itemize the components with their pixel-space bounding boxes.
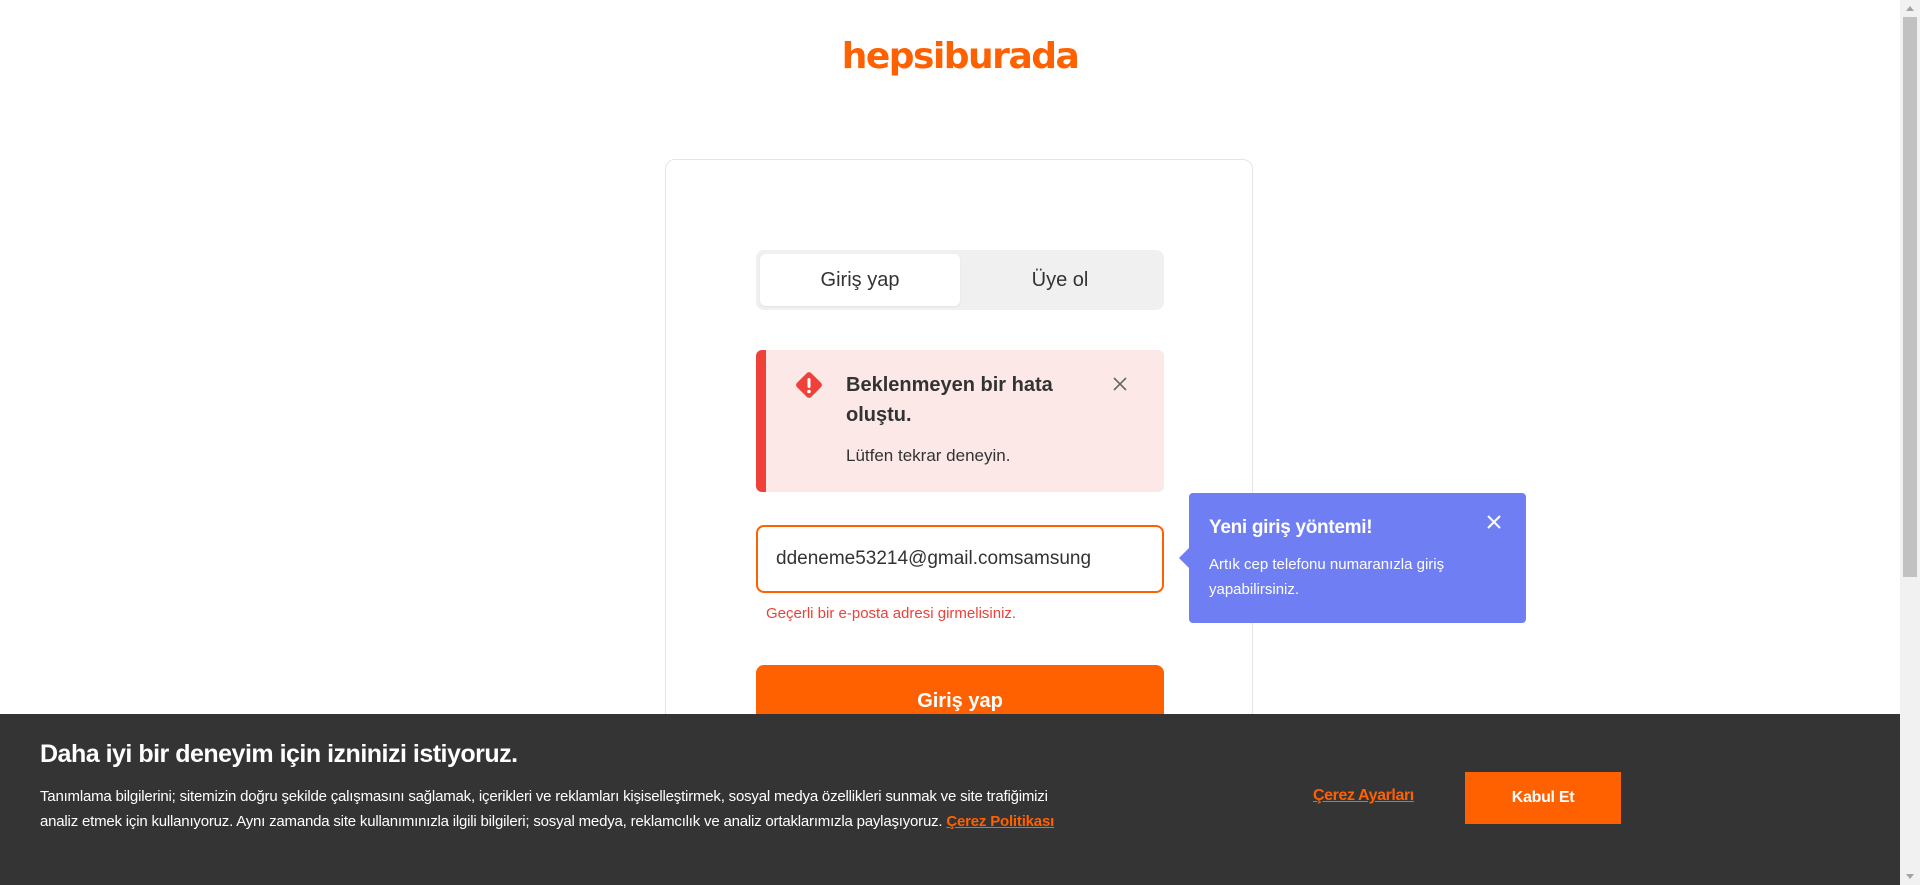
hepsiburada-logo[interactable]: hepsiburada (0, 36, 1920, 77)
error-alert: Beklenmeyen bir hata oluştu. Lütfen tekr… (756, 350, 1164, 492)
scroll-down-icon[interactable] (1900, 868, 1920, 885)
auth-tabs: Giriş yap Üye ol (756, 250, 1164, 310)
scroll-up-icon[interactable] (1900, 0, 1920, 17)
cookie-text: Tanımlama bilgilerini; sitemizin doğru ş… (40, 784, 1070, 834)
warning-icon (794, 370, 824, 400)
scrollbar[interactable] (1900, 0, 1920, 885)
close-icon[interactable] (1111, 375, 1129, 393)
login-page: hepsiburada Giriş yap Üye ol Beklenmeyen… (0, 0, 1920, 885)
tooltip-title: Yeni giriş yöntemi! (1209, 517, 1373, 538)
alert-title: Beklenmeyen bir hata oluştu. (846, 374, 1053, 426)
scrollbar-thumb[interactable] (1903, 17, 1917, 577)
tab-login[interactable]: Giriş yap (760, 254, 960, 306)
cookie-settings-link[interactable]: Çerez Ayarları (1313, 787, 1414, 805)
accept-cookies-button[interactable]: Kabul Et (1465, 772, 1621, 824)
cookie-policy-link[interactable]: Çerez Politikası (946, 813, 1054, 830)
close-icon[interactable] (1485, 513, 1503, 531)
cookie-title: Daha iyi bir deneyim için izninizi istiy… (40, 740, 518, 768)
tab-register[interactable]: Üye ol (960, 254, 1160, 306)
new-login-method-tooltip: Yeni giriş yöntemi! Artık cep telefonu n… (1179, 493, 1526, 623)
email-error-text: Geçerli bir e-posta adresi girmelisiniz. (766, 605, 1017, 622)
cookie-banner: Daha iyi bir deneyim için izninizi istiy… (0, 714, 1900, 885)
email-field[interactable] (756, 525, 1164, 593)
tooltip-arrow (1179, 548, 1189, 568)
cookie-description: Tanımlama bilgilerini; sitemizin doğru ş… (40, 788, 1048, 830)
tooltip-text: Artık cep telefonu numaranızla giriş yap… (1209, 556, 1445, 598)
alert-message: Lütfen tekrar deneyin. (846, 446, 1011, 465)
